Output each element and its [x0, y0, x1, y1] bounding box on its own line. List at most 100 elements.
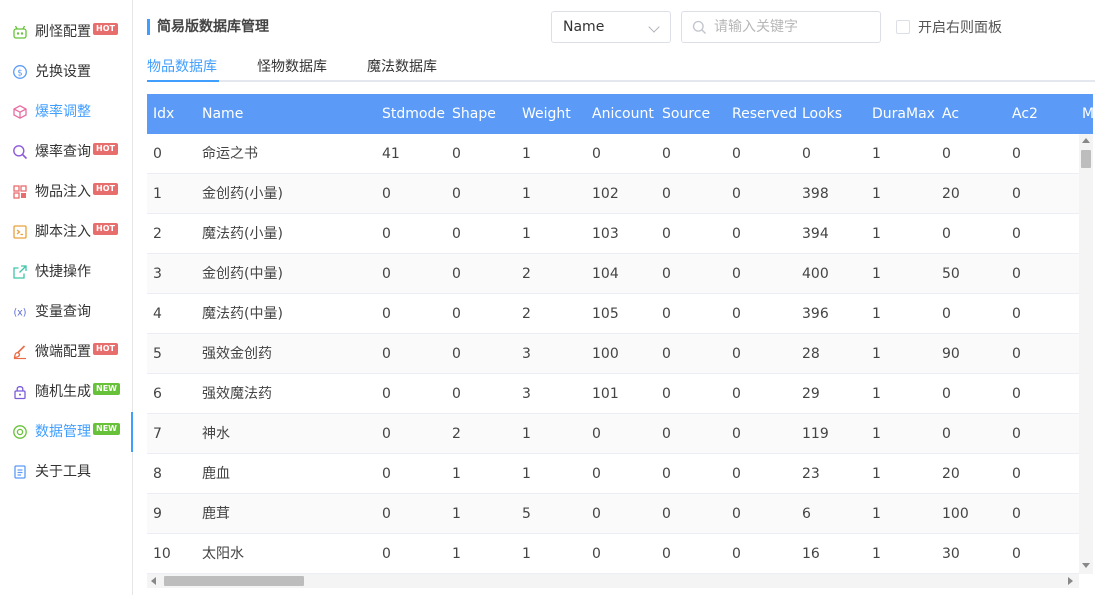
tab-items-db[interactable]: 物品数据库 — [147, 56, 217, 76]
right-panel-toggle[interactable]: 开启右则面板 — [896, 19, 1002, 36]
field-select[interactable]: Name — [551, 11, 671, 43]
sidebar: 刷怪配置 HOT $ 兑换设置 爆率调整 爆率查询 HOT 物品注入 HOT 脚… — [0, 0, 133, 595]
table-cell: 394 — [802, 226, 829, 242]
sidebar-item-item-inject[interactable]: 物品注入 HOT — [0, 172, 132, 212]
table-row[interactable]: 0 命运之书 41 0 1 0 0 0 0 1 0 0 — [147, 134, 1093, 174]
table-cell: 魔法药(中量) — [202, 306, 283, 322]
sidebar-item-quick-ops[interactable]: 快捷操作 — [0, 252, 132, 292]
sidebar-item-variable-query[interactable]: (x) 变量查询 — [0, 292, 132, 332]
table-cell: 0 — [732, 386, 741, 402]
table-cell: 0 — [732, 266, 741, 282]
sidebar-item-drop-rate-query[interactable]: 爆率查询 HOT — [0, 132, 132, 172]
table-cell: 7 — [153, 426, 162, 442]
table-cell: 1 — [872, 146, 881, 162]
settings-icon — [12, 424, 28, 440]
table-cell: 0 — [382, 346, 391, 362]
column-header[interactable]: Reserved — [732, 94, 797, 134]
chevron-down-icon — [648, 21, 660, 33]
search-input[interactable] — [714, 13, 874, 41]
table-cell: 1 — [522, 146, 531, 162]
column-header[interactable]: Idx — [153, 94, 174, 134]
scroll-up-icon[interactable] — [1082, 138, 1090, 143]
table-row[interactable]: 10 太阳水 0 1 1 0 0 0 16 1 30 0 — [147, 534, 1093, 574]
sidebar-item-data-manage[interactable]: 数据管理 NEW — [0, 412, 133, 452]
table-cell: 0 — [382, 186, 391, 202]
table-row[interactable]: 1 金创药(小量) 0 0 1 102 0 0 398 1 20 0 — [147, 174, 1093, 214]
column-header[interactable]: Source — [662, 94, 710, 134]
table-cell: 0 — [592, 426, 601, 442]
column-header[interactable]: Ac2 — [1012, 94, 1038, 134]
table-row[interactable]: 3 金创药(中量) 0 0 2 104 0 0 400 1 50 0 — [147, 254, 1093, 294]
table-row[interactable]: 7 神水 0 2 1 0 0 0 119 1 0 0 — [147, 414, 1093, 454]
vertical-scrollbar[interactable] — [1079, 134, 1093, 574]
sidebar-item-random-gen[interactable]: 随机生成 NEW — [0, 372, 132, 412]
table-row[interactable]: 2 魔法药(小量) 0 0 1 103 0 0 394 1 0 0 — [147, 214, 1093, 254]
scroll-left-icon[interactable] — [151, 577, 156, 585]
column-header[interactable]: Stdmode — [382, 94, 445, 134]
sidebar-item-exchange[interactable]: $ 兑换设置 — [0, 52, 132, 92]
table-cell: 1 — [452, 506, 461, 522]
tab-monsters-db[interactable]: 怪物数据库 — [257, 56, 327, 76]
table-cell: 0 — [942, 426, 951, 442]
sidebar-item-script-inject[interactable]: 脚本注入 HOT — [0, 212, 132, 252]
table-cell: 0 — [452, 226, 461, 242]
table-cell: 0 — [382, 546, 391, 562]
sidebar-item-about[interactable]: 关于工具 — [0, 452, 132, 492]
table-cell: 9 — [153, 506, 162, 522]
table-cell: 400 — [802, 266, 829, 282]
hot-badge: HOT — [93, 23, 118, 35]
tab-magic-db[interactable]: 魔法数据库 — [367, 56, 437, 76]
sidebar-item-micro-client[interactable]: 微端配置 HOT — [0, 332, 132, 372]
table-cell: 0 — [592, 146, 601, 162]
sidebar-item-spawn-config[interactable]: 刷怪配置 HOT — [0, 12, 132, 52]
table-cell: 30 — [942, 546, 960, 562]
table-cell: 0 — [1012, 186, 1021, 202]
table-cell: 0 — [1012, 426, 1021, 442]
column-header[interactable]: Ac — [942, 94, 959, 134]
scroll-right-icon[interactable] — [1068, 577, 1073, 585]
horizontal-scroll-thumb[interactable] — [164, 576, 304, 586]
table-cell: 0 — [1012, 266, 1021, 282]
sidebar-item-label: 微端配置 — [35, 344, 91, 360]
table-row[interactable]: 6 强效魔法药 0 0 3 101 0 0 29 1 0 0 — [147, 374, 1093, 414]
column-header[interactable]: Looks — [802, 94, 842, 134]
coin-icon: $ — [12, 64, 28, 80]
table-cell: 4 — [153, 306, 162, 322]
column-header[interactable]: Shape — [452, 94, 496, 134]
table-cell: 8 — [153, 466, 162, 482]
table-cell: 0 — [1012, 546, 1021, 562]
column-header[interactable]: Ma — [1082, 94, 1093, 134]
table-row[interactable]: 8 鹿血 0 1 1 0 0 0 23 1 20 0 — [147, 454, 1093, 494]
hot-badge: HOT — [93, 223, 118, 235]
table-cell: 0 — [1012, 386, 1021, 402]
table-cell: 0 — [382, 226, 391, 242]
vertical-scroll-thumb[interactable] — [1081, 150, 1091, 168]
column-header[interactable]: DuraMax — [872, 94, 935, 134]
table-cell: 29 — [802, 386, 820, 402]
table-cell: 1 — [872, 186, 881, 202]
table-cell: 0 — [732, 506, 741, 522]
table-cell: 1 — [522, 546, 531, 562]
table-row[interactable]: 9 鹿茸 0 1 5 0 0 0 6 1 100 0 — [147, 494, 1093, 534]
horizontal-scrollbar[interactable] — [147, 574, 1079, 588]
table-cell: 0 — [662, 546, 671, 562]
sidebar-item-drop-rate-adjust[interactable]: 爆率调整 — [0, 92, 132, 132]
table-cell: 6 — [802, 506, 811, 522]
active-tab-indicator — [147, 80, 219, 82]
column-header[interactable]: Anicount — [592, 94, 654, 134]
scroll-down-icon[interactable] — [1082, 563, 1090, 568]
sidebar-item-label: 快捷操作 — [35, 264, 91, 280]
column-header[interactable]: Name — [202, 94, 243, 134]
table-cell: 0 — [802, 146, 811, 162]
column-header[interactable]: Weight — [522, 94, 571, 134]
page-title: 简易版数据库管理 — [147, 19, 269, 35]
table-cell: 神水 — [202, 426, 230, 442]
table-row[interactable]: 4 魔法药(中量) 0 0 2 105 0 0 396 1 0 0 — [147, 294, 1093, 334]
right-panel-checkbox[interactable] — [896, 20, 910, 34]
table-cell: 102 — [592, 186, 619, 202]
table-row[interactable]: 5 强效金创药 0 0 3 100 0 0 28 1 90 0 — [147, 334, 1093, 374]
variable-icon: (x) — [12, 304, 28, 320]
sidebar-item-label: 刷怪配置 — [35, 24, 91, 40]
sidebar-item-label: 爆率调整 — [35, 104, 91, 120]
sidebar-item-label: 物品注入 — [35, 184, 91, 200]
